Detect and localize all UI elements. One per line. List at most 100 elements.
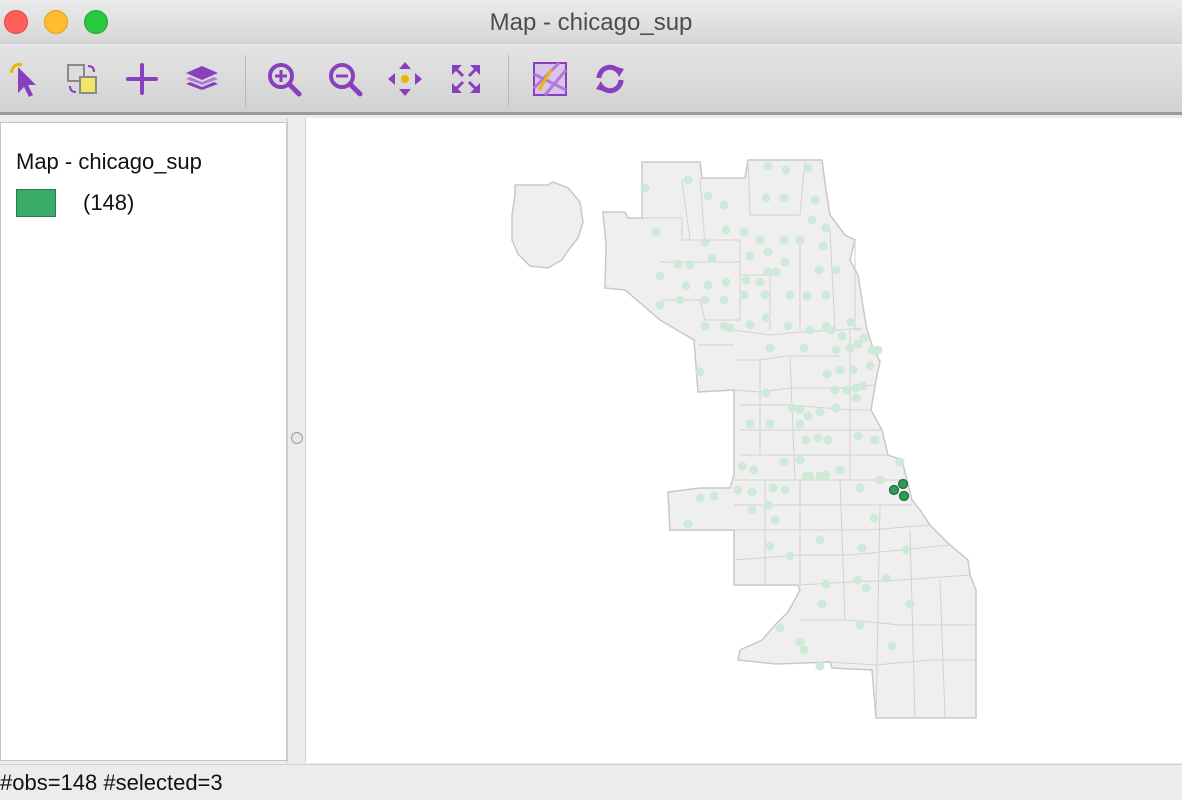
map-point[interactable] [763,247,773,257]
map-point[interactable] [821,470,831,480]
map-point[interactable] [695,493,705,503]
splitter-handle[interactable] [291,432,303,444]
map-point[interactable] [830,385,840,395]
map-point[interactable] [739,227,749,237]
map-point[interactable] [895,457,905,467]
map-point[interactable] [755,235,765,245]
basemap-button[interactable] [530,59,570,99]
map-point[interactable] [745,320,755,330]
map-point[interactable] [640,183,650,193]
map-point[interactable] [775,623,785,633]
map-point[interactable] [700,237,710,247]
map-point[interactable] [725,323,735,333]
map-point[interactable] [780,257,790,267]
map-point[interactable] [853,431,863,441]
map-point[interactable] [821,223,831,233]
map-point[interactable] [831,345,841,355]
map-point[interactable] [795,455,805,465]
zoom-out-button[interactable] [325,59,365,99]
map-point[interactable] [845,343,855,353]
map-point[interactable] [768,483,778,493]
map-point[interactable] [855,483,865,493]
map-point[interactable] [803,411,813,421]
map-point[interactable] [733,485,743,495]
map-point[interactable] [761,313,771,323]
pan-button[interactable] [385,59,425,99]
map-point[interactable] [855,620,865,630]
map-point[interactable] [815,661,825,671]
map-point[interactable] [779,235,789,245]
map-point[interactable] [821,290,831,300]
map-point[interactable] [765,419,775,429]
map-point[interactable] [814,265,824,275]
map-point[interactable] [709,491,719,501]
map-point[interactable] [873,345,883,355]
map-point[interactable] [869,513,879,523]
layers-button[interactable] [182,59,222,99]
map-point[interactable] [685,260,695,270]
map-point[interactable] [801,471,811,481]
map-point[interactable] [755,277,765,287]
full-extent-button[interactable] [446,59,486,99]
add-layer-button[interactable] [122,59,162,99]
map-point-selected[interactable] [897,478,909,490]
map-point[interactable] [765,343,775,353]
map-point[interactable] [875,475,885,485]
chicago-map[interactable] [306,118,1182,763]
map-point[interactable] [683,175,693,185]
map-point[interactable] [795,235,805,245]
map-point[interactable] [807,215,817,225]
map-point[interactable] [749,465,759,475]
map-point[interactable] [673,259,683,269]
map-point[interactable] [761,193,771,203]
map-point[interactable] [805,325,815,335]
map-point[interactable] [803,163,813,173]
map-point[interactable] [799,343,809,353]
map-point[interactable] [787,403,797,413]
map-point[interactable] [745,419,755,429]
copy-image-button[interactable] [62,59,102,99]
map-point[interactable] [747,487,757,497]
map-point[interactable] [848,365,858,375]
map-point[interactable] [815,407,825,417]
map-point[interactable] [779,457,789,467]
map-point[interactable] [681,281,691,291]
map-point[interactable] [846,317,856,327]
map-point[interactable] [823,435,833,445]
map-point[interactable] [818,241,828,251]
map-point[interactable] [785,290,795,300]
map-point[interactable] [815,535,825,545]
map-point[interactable] [795,405,805,415]
map-point[interactable] [779,193,789,203]
map-point[interactable] [881,573,891,583]
map-point[interactable] [901,545,911,555]
map-point[interactable] [781,165,791,175]
map-point[interactable] [655,271,665,281]
map-point[interactable] [795,419,805,429]
map-point[interactable] [822,369,832,379]
zoom-in-button[interactable] [264,59,304,99]
map-point[interactable] [721,277,731,287]
map-point[interactable] [853,575,863,585]
map-point[interactable] [675,295,685,305]
map-point[interactable] [831,403,841,413]
map-point[interactable] [780,485,790,495]
map-point[interactable] [719,295,729,305]
map-point[interactable] [760,290,770,300]
map-point[interactable] [802,291,812,301]
map-point[interactable] [842,385,852,395]
map-point[interactable] [865,361,875,371]
map-point[interactable] [799,645,809,655]
map-point[interactable] [745,251,755,261]
map-point[interactable] [741,275,751,285]
map-point[interactable] [835,365,845,375]
map-point[interactable] [795,637,805,647]
map-point[interactable] [700,321,710,331]
refresh-button[interactable] [590,59,630,99]
map-point[interactable] [835,465,845,475]
map-point[interactable] [810,195,820,205]
panel-splitter[interactable] [287,118,306,763]
map-point[interactable] [737,461,747,471]
map-point[interactable] [719,200,729,210]
map-point[interactable] [826,325,836,335]
